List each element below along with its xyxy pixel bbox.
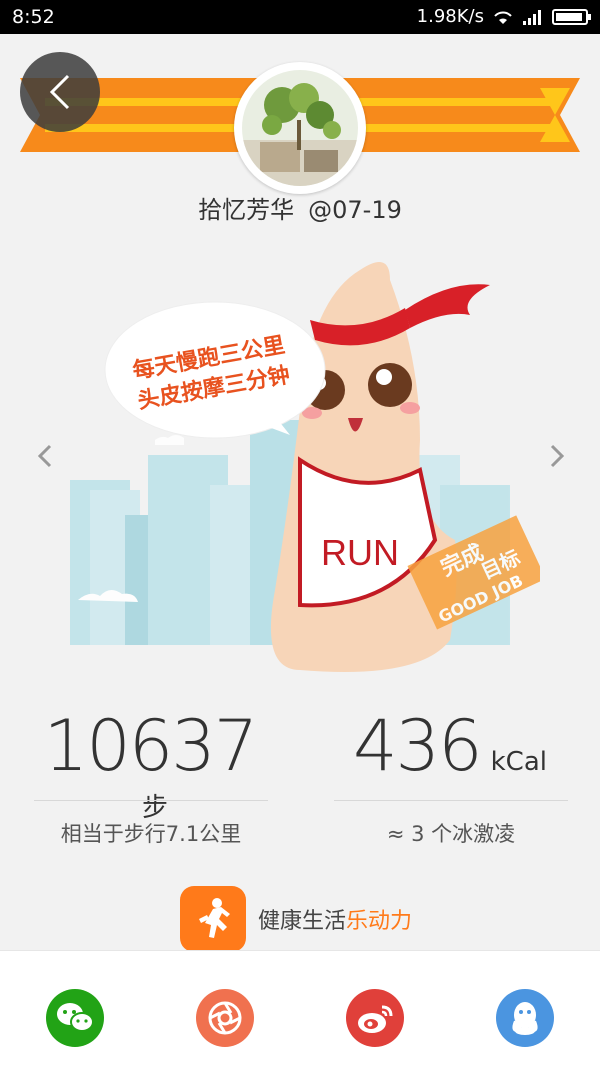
weibo-icon	[358, 1005, 393, 1033]
steps-stat: 10637步	[30, 705, 270, 824]
calories-stat: 436 kCal	[330, 705, 570, 787]
status-indicators: 1.98K/s	[416, 6, 591, 27]
chevron-left-icon	[49, 74, 70, 110]
network-speed: 1.98K/s	[416, 6, 484, 27]
brand-name-plain: 健康生活	[258, 909, 347, 934]
calories-value: 436	[353, 705, 483, 787]
brand-footer[interactable]: 健康生活乐动力	[180, 886, 412, 952]
running-man-icon	[180, 886, 246, 952]
brand-name: 健康生活乐动力	[258, 903, 412, 935]
brand-name-accent: 乐动力	[346, 909, 413, 934]
battery-icon	[552, 8, 591, 25]
share-bar	[0, 950, 600, 1067]
avatar[interactable]	[234, 62, 366, 194]
wechat-icon	[57, 1003, 94, 1032]
calories-unit: kCal	[490, 747, 547, 777]
user-info: 拾忆芳华 @07-19	[0, 190, 600, 225]
divider	[34, 800, 268, 801]
username: 拾忆芳华	[198, 196, 295, 224]
back-button[interactable]	[20, 52, 100, 132]
wifi-icon	[494, 11, 512, 24]
moments-icon	[208, 1001, 242, 1035]
speech-bubble: 每天慢跑三公里 头皮按摩三分钟	[104, 301, 326, 439]
share-moments-button[interactable]	[196, 989, 254, 1047]
next-arrow-icon[interactable]	[542, 438, 572, 474]
steps-note: 相当于步行7.1公里	[60, 822, 242, 846]
share-wechat-button[interactable]	[46, 989, 104, 1047]
share-qq-button[interactable]	[496, 989, 554, 1047]
status-bar: 8:52 1.98K/s	[0, 0, 600, 34]
status-time: 8:52	[12, 6, 55, 28]
steps-value: 10637	[43, 705, 259, 787]
previous-arrow-icon[interactable]	[30, 438, 60, 474]
record-date: @07-19	[308, 196, 402, 224]
share-weibo-button[interactable]	[346, 989, 404, 1047]
running-mascot-illustration: RUN 每天慢跑三公里 头皮按摩三分钟 完成 目标 GOOD JOB	[70, 262, 540, 672]
qq-icon	[512, 1002, 538, 1035]
divider	[334, 800, 568, 801]
signal-icon	[523, 9, 541, 25]
shirt-text: RUN	[321, 532, 399, 573]
avatar-image	[242, 70, 358, 186]
calories-note: ≈ 3 个冰激凌	[386, 822, 516, 846]
